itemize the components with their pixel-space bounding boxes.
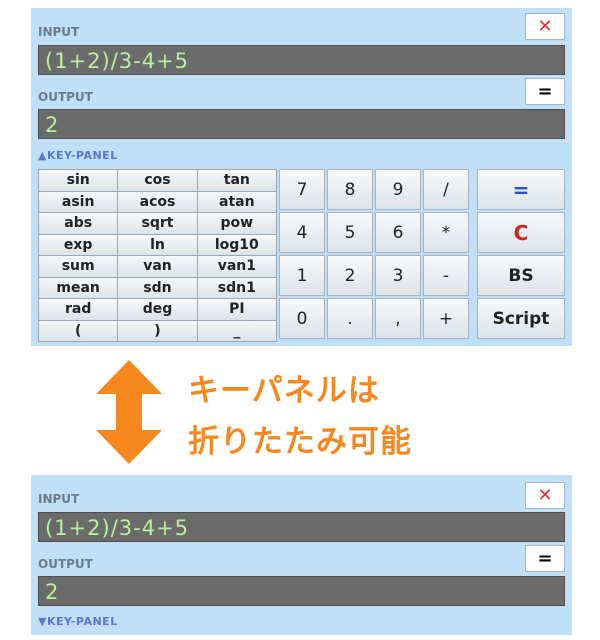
fn-key-pow[interactable]: pow [197, 213, 276, 234]
input-field[interactable]: (1+2)/3-4+5 [38, 512, 565, 542]
fn-key-close-paren[interactable]: ) [118, 320, 197, 341]
fn-key-sqrt[interactable]: sqrt [118, 213, 197, 234]
double-arrow-icon [96, 360, 162, 464]
calculator-panel-collapsed: INPUT ✕ (1+2)/3-4+5 OUTPUT = 2 ▼KEY-PANE… [31, 475, 572, 635]
fn-key-van[interactable]: van [118, 256, 197, 277]
fn-key-abs[interactable]: abs [39, 213, 118, 234]
fn-key-cos[interactable]: cos [118, 170, 197, 191]
fn-key-ln[interactable]: ln [118, 234, 197, 255]
key-2[interactable]: 2 [327, 255, 373, 296]
keypanel-toggle[interactable]: ▲KEY-PANEL [38, 149, 118, 162]
input-label: INPUT [38, 492, 80, 506]
fn-key-sdn1[interactable]: sdn1 [197, 277, 276, 298]
input-field[interactable]: (1+2)/3-4+5 [38, 45, 565, 75]
fn-key-mean[interactable]: mean [39, 277, 118, 298]
key-minus[interactable]: - [423, 255, 469, 296]
output-label: OUTPUT [38, 557, 93, 571]
fn-key-acos[interactable]: acos [118, 191, 197, 212]
evaluate-button[interactable]: = [525, 545, 565, 572]
key-6[interactable]: 6 [375, 212, 421, 253]
caption-line-2: 折りたたみ可能 [188, 424, 412, 460]
fn-key-pi[interactable]: PI [197, 299, 276, 320]
equals-key[interactable]: = [477, 169, 565, 210]
caption-line-1: キーパネルは [188, 373, 380, 409]
operator-key-grid: = C BS Script [477, 169, 565, 339]
key-4[interactable]: 4 [279, 212, 325, 253]
clear-key[interactable]: C [477, 212, 565, 253]
key-1[interactable]: 1 [279, 255, 325, 296]
fn-key-van1[interactable]: van1 [197, 256, 276, 277]
fn-key-deg[interactable]: deg [118, 299, 197, 320]
fn-key-tan[interactable]: tan [197, 170, 276, 191]
backspace-key[interactable]: BS [477, 255, 565, 296]
fn-key-underscore[interactable]: _ [197, 320, 276, 341]
key-decimal[interactable]: . [327, 298, 373, 339]
output-label: OUTPUT [38, 90, 93, 104]
fn-key-open-paren[interactable]: ( [39, 320, 118, 341]
fn-key-asin[interactable]: asin [39, 191, 118, 212]
key-9[interactable]: 9 [375, 169, 421, 210]
key-divide[interactable]: / [423, 169, 469, 210]
fn-key-log10[interactable]: log10 [197, 234, 276, 255]
key-8[interactable]: 8 [327, 169, 373, 210]
key-comma[interactable]: , [375, 298, 421, 339]
clear-input-button[interactable]: ✕ [525, 13, 565, 40]
fn-key-exp[interactable]: exp [39, 234, 118, 255]
key-7[interactable]: 7 [279, 169, 325, 210]
evaluate-button[interactable]: = [525, 78, 565, 105]
script-key[interactable]: Script [477, 298, 565, 339]
keypanel-toggle[interactable]: ▼KEY-PANEL [38, 615, 118, 628]
output-field: 2 [38, 576, 565, 606]
fn-key-sin[interactable]: sin [39, 170, 118, 191]
number-key-grid: 7 8 9/ 4 5 6 * 1 2 3- 0., + [279, 169, 469, 339]
fn-key-atan[interactable]: atan [197, 191, 276, 212]
key-5[interactable]: 5 [327, 212, 373, 253]
fn-key-rad[interactable]: rad [39, 299, 118, 320]
clear-input-button[interactable]: ✕ [525, 482, 565, 509]
key-0[interactable]: 0 [279, 298, 325, 339]
fn-key-sum[interactable]: sum [39, 256, 118, 277]
output-field: 2 [38, 109, 565, 139]
input-label: INPUT [38, 25, 80, 39]
calculator-panel-expanded: INPUT ✕ (1+2)/3-4+5 OUTPUT = 2 ▲KEY-PANE… [31, 8, 572, 346]
fn-key-sdn[interactable]: sdn [118, 277, 197, 298]
key-plus[interactable]: + [423, 298, 469, 339]
function-key-grid: sin cos tan asin acos atan abs sqrt pow exp ln log1… [38, 169, 277, 342]
key-multiply[interactable]: * [423, 212, 469, 253]
key-3[interactable]: 3 [375, 255, 421, 296]
